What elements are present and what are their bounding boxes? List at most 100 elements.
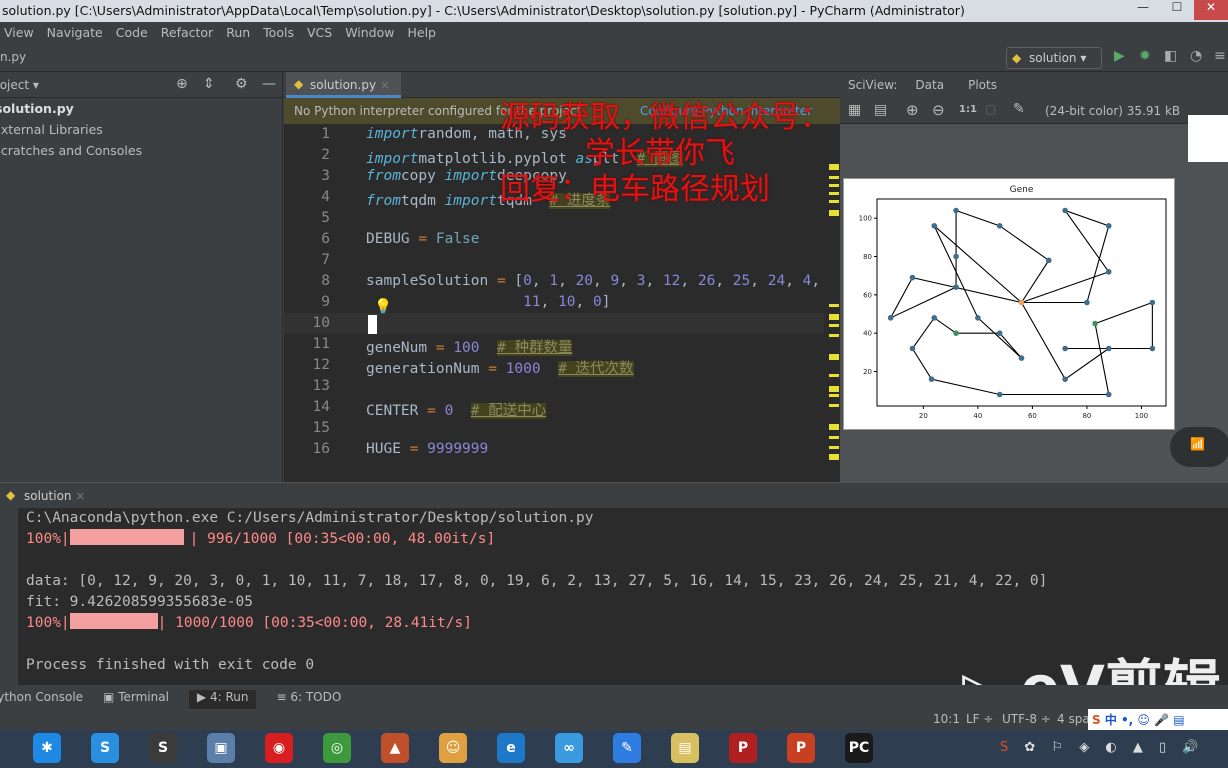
stripe-mark[interactable] bbox=[829, 386, 839, 392]
plot-thumbnail[interactable] bbox=[1188, 115, 1228, 162]
stripe-mark[interactable] bbox=[829, 210, 839, 216]
stripe-mark[interactable] bbox=[829, 424, 839, 430]
console-output[interactable]: C:\Anaconda\python.exe C:/Users/Administ… bbox=[26, 508, 1047, 676]
menu-help[interactable]: Help bbox=[407, 25, 436, 44]
taskbar-netease-music[interactable]: ◉ bbox=[265, 733, 293, 763]
stripe-mark[interactable] bbox=[829, 184, 839, 187]
menu-navigate[interactable]: Navigate bbox=[47, 25, 103, 44]
stripe-mark[interactable] bbox=[829, 176, 839, 179]
taskbar-matlab[interactable]: ▲ bbox=[381, 733, 409, 763]
profile-icon[interactable]: ◔ bbox=[1190, 48, 1202, 64]
stripe-mark[interactable] bbox=[829, 436, 839, 439]
tool-window-bar: Python Console ▣ Terminal ▶ 4: Run ≡ 6: … bbox=[0, 685, 1228, 709]
breadcrumb[interactable]: n.py bbox=[0, 50, 26, 64]
line-number: 6 bbox=[321, 231, 330, 247]
stripe-mark[interactable] bbox=[829, 334, 839, 337]
taskbar-sogou-browser[interactable]: S bbox=[91, 733, 119, 763]
tool-todo[interactable]: ≡ 6: TODO bbox=[276, 690, 341, 709]
code-editor[interactable]: ◆ solution.py × No Python interpreter con… bbox=[284, 72, 840, 482]
zoom-out-icon[interactable]: ⊖ bbox=[932, 101, 945, 119]
tree-item-scratches[interactable]: Scratches and Consoles bbox=[0, 140, 282, 161]
close-icon[interactable]: ✕ bbox=[1194, 0, 1228, 20]
tool-terminal[interactable]: ▣ Terminal bbox=[103, 690, 169, 709]
menu-window[interactable]: Window bbox=[345, 25, 394, 44]
stripe-mark[interactable] bbox=[829, 354, 839, 360]
stripe-mark[interactable] bbox=[829, 192, 839, 195]
tab-data[interactable]: Data bbox=[915, 78, 944, 98]
menu-refactor[interactable]: Refactor bbox=[161, 25, 213, 44]
color-picker-icon[interactable]: ✎ bbox=[1013, 101, 1025, 117]
line-number: 14 bbox=[312, 399, 330, 415]
indent[interactable]: 4 spaces bbox=[1057, 712, 1091, 726]
y-tick-label: 60 bbox=[863, 291, 872, 299]
project-view-dropdown[interactable]: Project bbox=[0, 78, 29, 92]
stripe-mark[interactable] bbox=[829, 374, 839, 377]
maximize-icon[interactable]: ☐ bbox=[1160, 0, 1194, 20]
menu-view[interactable]: View bbox=[4, 25, 34, 44]
taskbar-pycharm[interactable]: PC bbox=[845, 733, 873, 763]
taskbar-file-explorer[interactable]: ▤ bbox=[671, 733, 699, 763]
stripe-mark[interactable] bbox=[829, 404, 839, 407]
tree-item-solution-py[interactable]: solution.py bbox=[0, 98, 282, 119]
ime-toolbar[interactable]: S 中 •, ☺ 🎤 ▤ bbox=[1088, 709, 1228, 730]
taskbar-chrome[interactable]: ◎ bbox=[323, 733, 351, 763]
stripe-mark[interactable] bbox=[829, 314, 839, 320]
menu-tools[interactable]: Tools bbox=[263, 25, 294, 44]
code-area[interactable]: 💡 1 importrandom, math, sys 2 importmatplot… bbox=[284, 124, 840, 460]
console-line: Process finished with exit code 0 bbox=[26, 657, 315, 673]
taskbar-powerpoint-1[interactable]: P bbox=[729, 733, 757, 763]
close-tab-icon[interactable]: × bbox=[380, 78, 390, 92]
taskbar-baidu-netdisk[interactable]: ∞ bbox=[555, 733, 583, 763]
taskbar-internet-explorer[interactable]: e bbox=[497, 733, 525, 763]
line-ending[interactable]: LF ÷ bbox=[966, 712, 993, 726]
minimize-icon[interactable]: — bbox=[1126, 0, 1160, 20]
hide-icon[interactable]: — bbox=[262, 76, 276, 92]
grid-icon[interactable]: ▤ bbox=[874, 102, 887, 118]
menu-code[interactable]: Code bbox=[116, 25, 148, 44]
tab-solution-py[interactable]: ◆ solution.py × bbox=[286, 72, 401, 98]
actual-size-button[interactable]: 1:1 bbox=[959, 104, 977, 115]
configure-interpreter-link[interactable]: Configure Python interpreter bbox=[640, 104, 812, 118]
stripe-mark[interactable] bbox=[829, 446, 839, 449]
fit-icon[interactable]: ▦ bbox=[848, 102, 861, 118]
tab-plots[interactable]: Plots bbox=[968, 78, 997, 98]
tree-item-external-libraries[interactable]: External Libraries bbox=[0, 119, 282, 140]
gear-icon[interactable]: ⚙ bbox=[235, 76, 248, 92]
stripe-mark[interactable] bbox=[829, 200, 839, 203]
menu-vcs[interactable]: VCS bbox=[307, 25, 332, 44]
customer-point bbox=[953, 330, 959, 336]
x-tick-label: 20 bbox=[919, 412, 928, 420]
taskbar-bluetooth-app[interactable]: ✱ bbox=[33, 733, 61, 763]
collapse-icon[interactable]: ⇕ bbox=[203, 76, 215, 92]
close-tab-icon[interactable]: × bbox=[75, 489, 85, 503]
caret-position[interactable]: 10:1 bbox=[933, 712, 960, 726]
debug-icon[interactable]: ✹ bbox=[1139, 48, 1151, 64]
background-icon[interactable]: ▢ bbox=[985, 102, 996, 116]
taskbar-powerpoint-2[interactable]: P bbox=[787, 733, 815, 763]
stripe-mark[interactable] bbox=[829, 164, 839, 170]
taskbar-app-4[interactable]: ▣ bbox=[207, 733, 235, 763]
taskbar-app-monkey[interactable]: ☺ bbox=[439, 733, 467, 763]
stripe-mark[interactable] bbox=[829, 394, 839, 397]
run-tab[interactable]: solution bbox=[24, 489, 72, 503]
taskbar-notes-app[interactable]: ✎ bbox=[613, 733, 641, 763]
menu-run[interactable]: Run bbox=[226, 25, 250, 44]
stripe-mark[interactable] bbox=[829, 454, 839, 460]
run-config-dropdown[interactable]: ◆ solution ▾ bbox=[1006, 47, 1102, 69]
encoding[interactable]: UTF-8 ÷ bbox=[1002, 712, 1051, 726]
y-tick-label: 40 bbox=[863, 330, 872, 338]
tool-run[interactable]: ▶ 4: Run bbox=[188, 690, 257, 709]
stripe-mark[interactable] bbox=[829, 304, 839, 307]
zoom-in-icon[interactable]: ⊕ bbox=[906, 101, 919, 119]
run-icon[interactable]: ▶ bbox=[1114, 48, 1125, 64]
plot-toolbar: ▦ ▤ ⊕ ⊖ 1:1 ▢ ✎ (24-bit color) 35.91 kB bbox=[840, 98, 1228, 124]
tool-python-console[interactable]: Python Console bbox=[0, 690, 83, 709]
coverage-icon[interactable]: ◧ bbox=[1164, 48, 1177, 64]
customer-point bbox=[996, 391, 1003, 398]
stripe-mark[interactable] bbox=[829, 324, 839, 327]
taskbar-sublime-text[interactable]: S bbox=[149, 733, 177, 763]
more-icon[interactable]: ≡ bbox=[1214, 48, 1226, 64]
locate-icon[interactable]: ⊕ bbox=[176, 76, 188, 92]
error-stripe[interactable] bbox=[827, 124, 840, 460]
sciview-label: SciView: bbox=[848, 78, 898, 92]
